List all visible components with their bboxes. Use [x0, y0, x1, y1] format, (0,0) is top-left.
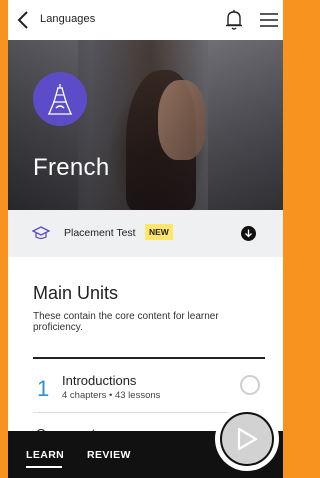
main-units-description: These contain the core content for learn…	[33, 311, 219, 333]
unit-divider	[33, 412, 265, 413]
play-icon	[222, 414, 272, 464]
hamburger-menu-icon[interactable]	[259, 12, 279, 28]
unit-meta: 4 chapters • 43 lessons	[62, 390, 161, 401]
unit-title: Introductions	[62, 373, 137, 388]
unit-row[interactable]: 1 Introductions 4 chapters • 43 lessons	[33, 360, 265, 412]
language-title: French	[33, 154, 110, 181]
tab-review[interactable]: REVIEW	[87, 449, 131, 461]
download-icon[interactable]	[241, 226, 256, 241]
unit-number: 1	[37, 376, 50, 401]
placement-test-row[interactable]: Placement Test NEW	[8, 210, 283, 257]
breadcrumb-languages[interactable]: Languages	[40, 13, 95, 25]
eiffel-tower-icon	[33, 72, 87, 126]
bell-icon[interactable]	[225, 9, 243, 31]
section-divider	[33, 357, 265, 359]
active-tab-indicator	[26, 466, 62, 468]
main-units-heading: Main Units	[33, 283, 119, 303]
placement-test-label: Placement Test	[64, 227, 136, 239]
play-button[interactable]	[220, 412, 274, 466]
hero-overlay	[8, 40, 283, 210]
language-hero-banner: French	[8, 40, 283, 210]
graduation-cap-icon	[31, 226, 51, 240]
new-badge: NEW	[145, 224, 173, 240]
tab-learn[interactable]: LEARN	[26, 449, 64, 461]
back-chevron-icon[interactable]	[14, 10, 32, 30]
app-screen: Languages French Placement Test NEW Main…	[8, 0, 283, 478]
unit-progress-ring	[240, 375, 260, 395]
top-bar: Languages	[8, 0, 283, 40]
